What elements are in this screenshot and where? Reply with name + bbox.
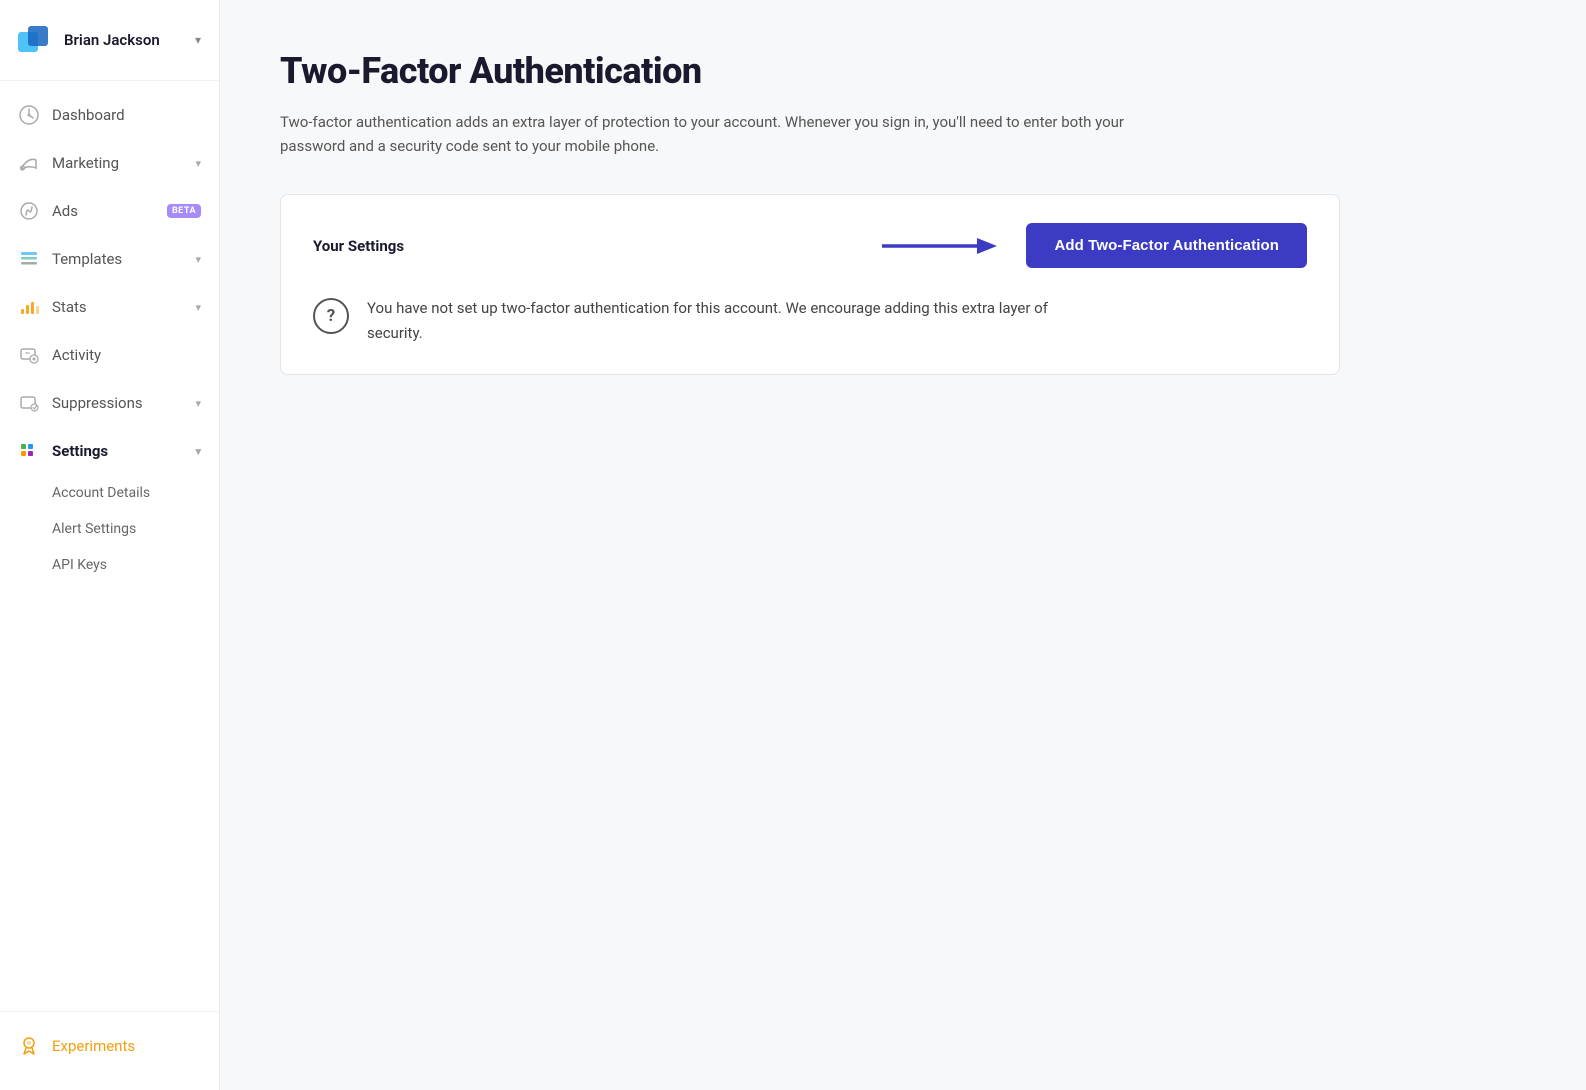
sidebar-bottom: Experiments (0, 1011, 219, 1070)
dashboard-icon (18, 104, 40, 126)
settings-chevron-icon: ▾ (195, 445, 201, 458)
marketing-icon (18, 152, 40, 174)
question-mark-icon: ? (313, 298, 349, 334)
sidebar-label-suppressions: Suppressions (52, 394, 195, 412)
sidebar-label-marketing: Marketing (52, 154, 195, 172)
experiments-label: Experiments (52, 1037, 135, 1055)
page-description: Two-factor authentication adds an extra … (280, 110, 1180, 158)
arrow-icon (882, 232, 1002, 260)
templates-icon (18, 248, 40, 270)
settings-icon (18, 440, 40, 462)
brand-chevron-icon: ▾ (195, 33, 201, 47)
add-2fa-button[interactable]: Add Two-Factor Authentication (1026, 223, 1307, 268)
settings-card: Your Settings Add Two-Factor Authenticat… (280, 194, 1340, 375)
sidebar-label-templates: Templates (52, 250, 195, 268)
arrow-graphic (882, 232, 1002, 260)
sidebar-item-experiments[interactable]: Experiments (0, 1022, 219, 1070)
settings-subnav: Account Details Alert Settings API Keys (0, 475, 219, 583)
sidebar-label-dashboard: Dashboard (52, 106, 201, 124)
sidebar-label-activity: Activity (52, 346, 201, 364)
sidebar-item-dashboard[interactable]: Dashboard (0, 91, 219, 139)
stats-chevron-icon: ▾ (195, 301, 201, 314)
settings-message: You have not set up two-factor authentic… (367, 296, 1067, 346)
settings-card-header: Your Settings Add Two-Factor Authenticat… (313, 223, 1307, 268)
subnav-account-details[interactable]: Account Details (0, 475, 219, 511)
activity-icon (18, 344, 40, 366)
sidebar: Brian Jackson ▾ Dashboard (0, 0, 220, 1090)
sidebar-item-settings[interactable]: Settings ▾ (0, 427, 219, 475)
sidebar-item-suppressions[interactable]: Suppressions ▾ (0, 379, 219, 427)
settings-card-label: Your Settings (313, 237, 404, 255)
brand-name: Brian Jackson (64, 31, 195, 49)
arrow-button-wrapper: Add Two-Factor Authentication (882, 223, 1307, 268)
experiments-icon (18, 1035, 40, 1057)
sidebar-item-marketing[interactable]: Marketing ▾ (0, 139, 219, 187)
marketing-chevron-icon: ▾ (195, 157, 201, 170)
sidebar-label-stats: Stats (52, 298, 195, 316)
sidebar-item-templates[interactable]: Templates ▾ (0, 235, 219, 283)
subnav-alert-settings[interactable]: Alert Settings (0, 511, 219, 547)
main-content: Two-Factor Authentication Two-factor aut… (220, 0, 1586, 1090)
beta-badge: BETA (167, 204, 201, 218)
templates-chevron-icon: ▾ (195, 253, 201, 266)
sidebar-nav: Dashboard Marketing ▾ Ads BETA (0, 81, 219, 1011)
stats-icon (18, 296, 40, 318)
sidebar-label-ads: Ads (52, 202, 161, 220)
suppressions-chevron-icon: ▾ (195, 397, 201, 410)
sidebar-item-ads[interactable]: Ads BETA (0, 187, 219, 235)
settings-card-body: ? You have not set up two-factor authent… (313, 296, 1307, 346)
brand-logo-icon (18, 22, 54, 58)
subnav-api-keys[interactable]: API Keys (0, 547, 219, 583)
sidebar-item-activity[interactable]: Activity (0, 331, 219, 379)
suppressions-icon (18, 392, 40, 414)
sidebar-label-settings: Settings (52, 442, 195, 460)
brand-header[interactable]: Brian Jackson ▾ (0, 0, 219, 81)
page-title: Two-Factor Authentication (280, 50, 1526, 92)
sidebar-item-stats[interactable]: Stats ▾ (0, 283, 219, 331)
ads-icon (18, 200, 40, 222)
